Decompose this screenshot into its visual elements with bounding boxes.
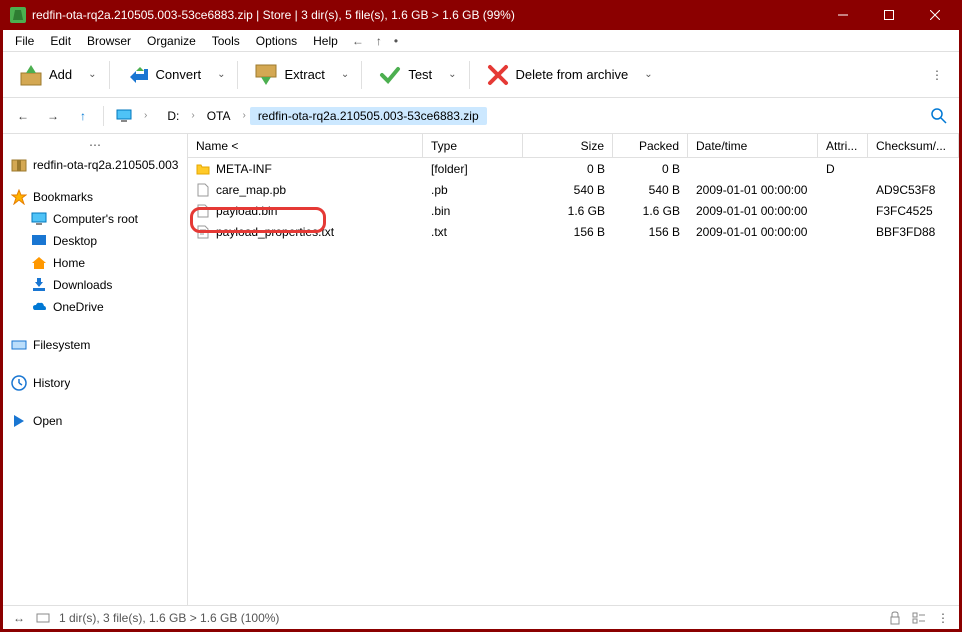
col-date[interactable]: Date/time: [688, 134, 818, 157]
extract-icon: [254, 63, 278, 87]
menu-organize[interactable]: Organize: [139, 32, 204, 50]
col-checksum[interactable]: Checksum/...: [868, 134, 959, 157]
status-bar: ↔ 1 dir(s), 3 file(s), 1.6 GB > 1.6 GB (…: [3, 605, 959, 629]
download-icon: [31, 277, 47, 293]
sidebar-bookmarks[interactable]: Bookmarks: [3, 186, 187, 208]
minimize-button[interactable]: [820, 0, 866, 30]
file-icon: [196, 204, 210, 218]
nav-back-button[interactable]: ←: [11, 104, 35, 128]
column-headers: Name < Type Size Packed Date/time Attri.…: [188, 134, 959, 158]
chevron-icon: ›: [240, 110, 247, 121]
sidebar-filesystem[interactable]: Filesystem: [3, 334, 187, 356]
col-name[interactable]: Name <: [188, 134, 423, 157]
box-add-icon: [19, 63, 43, 87]
desktop-icon: [31, 233, 47, 249]
add-dropdown[interactable]: ⌄: [84, 69, 100, 80]
col-attri[interactable]: Attri...: [818, 134, 868, 157]
chevron-icon: ›: [189, 110, 196, 121]
title-bar: redfin-ota-rq2a.210505.003-53ce6883.zip …: [0, 0, 962, 30]
sidebar-ellipsis[interactable]: ⋯: [3, 136, 187, 154]
lock-icon[interactable]: [887, 610, 903, 626]
toolbar: Add ⌄ Convert ⌄ Extract ⌄ Test ⌄ Delete …: [3, 52, 959, 98]
status-text: 1 dir(s), 3 file(s), 1.6 GB > 1.6 GB (10…: [59, 611, 279, 625]
menu-file[interactable]: File: [7, 32, 42, 50]
sidebar-onedrive[interactable]: OneDrive: [3, 296, 187, 318]
computer-icon[interactable]: [112, 104, 136, 128]
archive-icon: [11, 157, 27, 173]
disk-icon: [35, 610, 51, 626]
crumb-archive[interactable]: redfin-ota-rq2a.210505.003-53ce6883.zip: [250, 107, 487, 125]
file-row[interactable]: care_map.pb .pb 540 B 540 B 2009-01-01 0…: [188, 179, 959, 200]
window-title: redfin-ota-rq2a.210505.003-53ce6883.zip …: [32, 8, 820, 22]
menu-options[interactable]: Options: [248, 32, 305, 50]
menu-tools[interactable]: Tools: [204, 32, 248, 50]
menu-dot[interactable]: •: [388, 32, 404, 50]
search-button[interactable]: [927, 104, 951, 128]
delete-dropdown[interactable]: ⌄: [640, 69, 656, 80]
nav-up-button[interactable]: ↑: [71, 104, 95, 128]
crumb-drive[interactable]: D:: [159, 107, 187, 125]
col-size[interactable]: Size: [523, 134, 613, 157]
sidebar-computer-root[interactable]: Computer's root: [3, 208, 187, 230]
nav-forward-button[interactable]: →: [41, 104, 65, 128]
menu-bar: File Edit Browser Organize Tools Options…: [3, 30, 959, 52]
crumb-folder[interactable]: OTA: [199, 107, 239, 125]
menu-back-arrow[interactable]: ←: [346, 32, 370, 50]
x-icon: [486, 63, 510, 87]
monitor-icon: [31, 211, 47, 227]
col-type[interactable]: Type: [423, 134, 523, 157]
sidebar-archive[interactable]: redfin-ota-rq2a.210505.003: [3, 154, 187, 176]
cloud-icon: [31, 299, 47, 315]
play-icon: [11, 413, 27, 429]
file-icon: [196, 183, 210, 197]
add-button[interactable]: Add: [11, 59, 80, 91]
app-icon: [10, 7, 26, 23]
file-row[interactable]: payload_properties.txt .txt 156 B 156 B …: [188, 221, 959, 242]
extract-button[interactable]: Extract: [246, 59, 332, 91]
menu-up-arrow[interactable]: ↑: [370, 32, 388, 50]
breadcrumb: D: › OTA › redfin-ota-rq2a.210505.003-53…: [155, 103, 921, 129]
delete-button[interactable]: Delete from archive: [478, 59, 637, 91]
view-mode-icon[interactable]: [911, 610, 927, 626]
extract-dropdown[interactable]: ⌄: [337, 69, 353, 80]
col-packed[interactable]: Packed: [613, 134, 688, 157]
file-rows: META-INF [folder] 0 B 0 B D care_map.pb …: [188, 158, 959, 605]
text-file-icon: [196, 225, 210, 239]
test-button[interactable]: Test: [370, 59, 440, 91]
sidebar-desktop[interactable]: Desktop: [3, 230, 187, 252]
clock-icon: [11, 375, 27, 391]
sidebar-downloads[interactable]: Downloads: [3, 274, 187, 296]
chevron-icon: ›: [142, 110, 149, 121]
convert-dropdown[interactable]: ⌄: [213, 69, 229, 80]
main-content: ⋯ redfin-ota-rq2a.210505.003 Bookmarks C…: [3, 134, 959, 605]
nav-bar: ← → ↑ › D: › OTA › redfin-ota-rq2a.21050…: [3, 98, 959, 134]
sidebar-open[interactable]: Open: [3, 410, 187, 432]
statusbar-overflow[interactable]: ⋮: [935, 610, 951, 626]
convert-button[interactable]: Convert: [118, 59, 210, 91]
sidebar-history[interactable]: History: [3, 372, 187, 394]
menu-help[interactable]: Help: [305, 32, 346, 50]
file-row-folder[interactable]: META-INF [folder] 0 B 0 B D: [188, 158, 959, 179]
maximize-button[interactable]: [866, 0, 912, 30]
file-list: Name < Type Size Packed Date/time Attri.…: [188, 134, 959, 605]
convert-icon: [126, 63, 150, 87]
menu-edit[interactable]: Edit: [42, 32, 79, 50]
sidebar: ⋯ redfin-ota-rq2a.210505.003 Bookmarks C…: [3, 134, 188, 605]
close-button[interactable]: [912, 0, 958, 30]
home-icon: [31, 255, 47, 271]
drive-icon: [11, 337, 27, 353]
menu-browser[interactable]: Browser: [79, 32, 139, 50]
toolbar-overflow[interactable]: ⋮: [923, 68, 951, 82]
folder-icon: [196, 162, 210, 176]
sidebar-home[interactable]: Home: [3, 252, 187, 274]
test-dropdown[interactable]: ⌄: [444, 69, 460, 80]
check-icon: [378, 63, 402, 87]
star-icon: [11, 189, 27, 205]
file-row-highlighted[interactable]: payload.bin .bin 1.6 GB 1.6 GB 2009-01-0…: [188, 200, 959, 221]
resize-icon[interactable]: ↔: [11, 610, 27, 626]
